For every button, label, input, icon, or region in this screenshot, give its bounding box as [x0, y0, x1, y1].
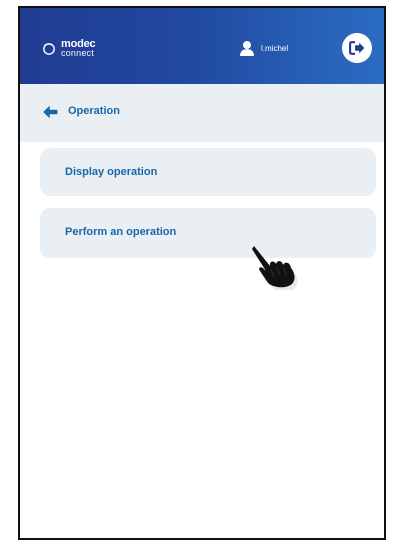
logo-wordmark: modec connect — [61, 39, 96, 58]
modec-logo-icon — [43, 43, 55, 55]
app-frame: modec connect l.michel Operation Display… — [18, 6, 386, 540]
menu-item-label: Perform an operation — [65, 226, 177, 238]
back-arrow-icon[interactable] — [41, 103, 59, 121]
hand-pointer-icon — [252, 246, 298, 290]
breadcrumb-title: Operation — [68, 105, 120, 117]
app-logo: modec connect — [42, 38, 112, 60]
menu-item-label: Display operation — [65, 166, 158, 178]
logout-icon — [349, 41, 365, 55]
username: l.michel — [261, 43, 289, 53]
menu-item-display-operation[interactable]: Display operation — [40, 148, 376, 196]
menu-item-perform-operation[interactable]: Perform an operation — [40, 208, 376, 258]
user-info[interactable]: l.michel — [239, 39, 288, 57]
breadcrumb-bar: Operation — [20, 84, 384, 142]
user-icon — [240, 41, 254, 56]
logo-subtitle: connect — [61, 48, 94, 58]
logout-button[interactable] — [342, 33, 372, 63]
header-bar: modec connect l.michel — [20, 8, 384, 84]
